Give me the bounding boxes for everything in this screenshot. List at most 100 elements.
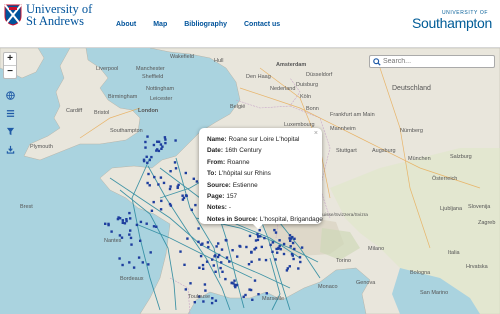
route-marker[interactable] (274, 258, 277, 261)
route-marker[interactable] (130, 243, 133, 246)
route-marker[interactable] (219, 266, 222, 270)
route-marker[interactable] (256, 238, 260, 242)
route-marker[interactable] (203, 283, 207, 286)
globe-icon[interactable] (3, 86, 17, 104)
route-marker[interactable] (290, 253, 294, 256)
route-marker[interactable] (147, 263, 150, 266)
nav-contact[interactable]: Contact us (244, 21, 280, 28)
route-marker[interactable] (204, 289, 207, 292)
route-marker[interactable] (110, 230, 113, 233)
route-marker[interactable] (201, 263, 205, 267)
route-marker[interactable] (239, 245, 242, 248)
route-marker[interactable] (121, 221, 124, 224)
route-marker[interactable] (160, 199, 163, 203)
route-marker[interactable] (148, 158, 151, 162)
route-marker[interactable] (139, 220, 143, 224)
route-marker[interactable] (288, 265, 291, 268)
route-marker[interactable] (141, 261, 144, 264)
route-marker[interactable] (118, 234, 122, 237)
route-marker[interactable] (200, 243, 203, 246)
route-marker[interactable] (152, 143, 156, 147)
route-marker[interactable] (269, 243, 272, 247)
route-marker[interactable] (220, 248, 224, 251)
route-marker[interactable] (274, 231, 278, 234)
route-marker[interactable] (121, 219, 124, 222)
route-marker[interactable] (289, 245, 292, 248)
route-marker[interactable] (142, 159, 146, 163)
route-marker[interactable] (164, 138, 167, 141)
map-search[interactable] (369, 55, 495, 68)
route-marker[interactable] (282, 242, 286, 246)
route-marker[interactable] (211, 297, 214, 300)
route-marker[interactable] (233, 279, 236, 282)
route-marker[interactable] (279, 248, 282, 251)
route-marker[interactable] (199, 254, 203, 258)
route-marker[interactable] (184, 171, 187, 175)
route-marker[interactable] (156, 140, 160, 143)
route-marker[interactable] (150, 209, 154, 212)
route-marker[interactable] (289, 239, 292, 242)
route-marker[interactable] (263, 236, 266, 240)
route-marker[interactable] (152, 225, 156, 228)
route-marker[interactable] (137, 256, 141, 259)
route-marker[interactable] (264, 258, 268, 262)
route-marker[interactable] (174, 167, 178, 170)
route-marker[interactable] (184, 194, 188, 197)
route-marker[interactable] (298, 256, 302, 259)
nav-about[interactable]: About (116, 21, 136, 28)
route-marker[interactable] (244, 293, 247, 297)
route-marker[interactable] (248, 288, 251, 291)
route-marker[interactable] (293, 247, 296, 251)
route-marker[interactable] (169, 204, 173, 207)
route-marker[interactable] (129, 229, 132, 232)
route-marker[interactable] (282, 252, 286, 256)
route-marker[interactable] (121, 263, 124, 267)
route-marker[interactable] (192, 177, 195, 180)
route-marker[interactable] (148, 184, 151, 187)
nav-bibliography[interactable]: Bibliography (184, 21, 227, 28)
route-marker[interactable] (186, 237, 189, 240)
route-marker[interactable] (176, 186, 179, 189)
route-marker[interactable] (257, 293, 260, 296)
route-marker[interactable] (224, 277, 227, 281)
route-marker[interactable] (232, 282, 235, 285)
route-marker[interactable] (118, 257, 121, 260)
route-marker[interactable] (260, 245, 263, 249)
route-marker[interactable] (228, 260, 231, 263)
route-marker[interactable] (210, 301, 214, 305)
route-marker[interactable] (276, 251, 279, 254)
zoom-out-button[interactable]: − (4, 66, 16, 78)
filter-icon[interactable] (3, 122, 17, 140)
route-marker[interactable] (214, 299, 218, 302)
route-marker[interactable] (291, 241, 295, 245)
route-marker[interactable] (256, 233, 259, 236)
route-marker[interactable] (129, 236, 133, 240)
route-marker[interactable] (128, 261, 131, 264)
route-marker[interactable] (144, 146, 147, 149)
route-marker[interactable] (258, 258, 261, 261)
route-marker[interactable] (236, 255, 239, 258)
route-marker[interactable] (129, 217, 132, 220)
route-marker[interactable] (258, 229, 261, 232)
route-marker[interactable] (157, 183, 160, 186)
route-marker[interactable] (225, 239, 228, 242)
route-marker[interactable] (183, 263, 186, 266)
route-marker[interactable] (107, 222, 110, 226)
route-marker[interactable] (146, 161, 149, 164)
route-marker[interactable] (182, 196, 186, 200)
route-marker[interactable] (145, 222, 148, 225)
route-marker[interactable] (147, 172, 150, 176)
list-icon[interactable] (3, 104, 17, 122)
route-marker[interactable] (169, 170, 172, 173)
route-marker[interactable] (128, 211, 131, 215)
route-marker[interactable] (288, 234, 292, 237)
route-marker[interactable] (159, 208, 163, 211)
zoom-in-button[interactable]: + (4, 53, 16, 66)
route-marker[interactable] (289, 237, 293, 240)
route-marker[interactable] (139, 239, 142, 242)
route-marker[interactable] (160, 147, 163, 150)
route-marker[interactable] (149, 251, 152, 254)
route-marker[interactable] (194, 203, 197, 207)
route-marker[interactable] (190, 208, 193, 211)
route-marker[interactable] (198, 266, 201, 269)
